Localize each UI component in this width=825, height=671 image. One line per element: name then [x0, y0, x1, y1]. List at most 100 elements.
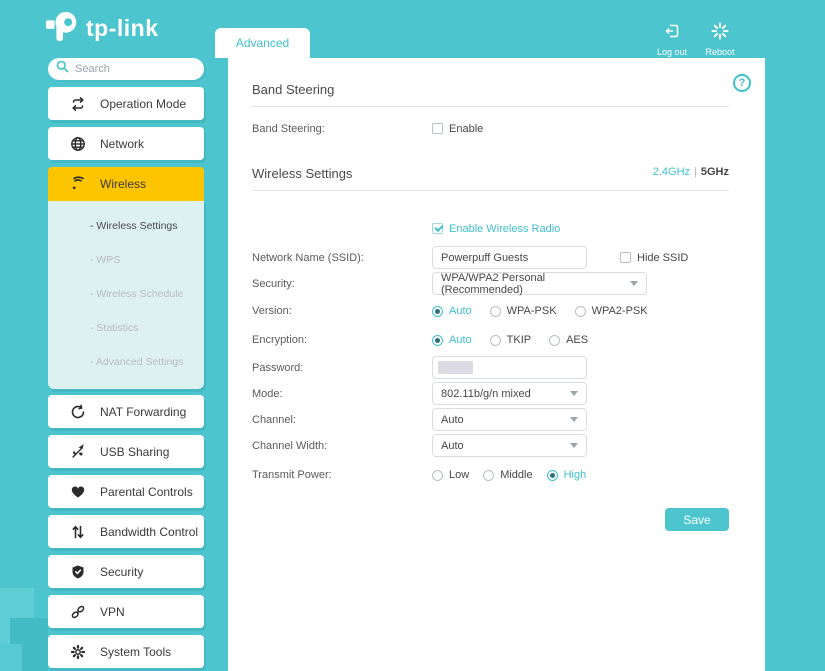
tplink-logo-icon — [46, 10, 80, 47]
hide-ssid-label[interactable]: Hide SSID — [637, 252, 688, 264]
version-radio-group: Auto WPA-PSK WPA2-PSK — [432, 305, 666, 317]
band-steering-label: Band Steering: — [252, 123, 432, 135]
heart-icon — [70, 484, 86, 500]
logout-button[interactable]: Log out — [650, 22, 694, 60]
band-steering-title: Band Steering — [252, 82, 729, 97]
channel-width-value: Auto — [441, 440, 464, 452]
decor-square — [0, 644, 22, 671]
chain-link-icon — [70, 604, 86, 620]
band-steering-enable-label[interactable]: Enable — [449, 123, 483, 135]
tplink-logo: tp-link — [46, 10, 159, 47]
chevron-down-icon — [570, 417, 578, 422]
submenu-item-wireless-schedule[interactable]: - Wireless Schedule — [48, 277, 204, 311]
usb-icon — [70, 444, 86, 460]
transmit-power-radio-high[interactable]: High — [547, 469, 587, 481]
reboot-button[interactable]: Reboot — [698, 22, 742, 60]
sidebar-item-nat-forwarding[interactable]: NAT Forwarding — [48, 395, 204, 428]
transmit-power-radio-middle[interactable]: Middle — [483, 469, 532, 481]
hide-ssid-checkbox[interactable] — [620, 252, 631, 263]
search-input[interactable] — [75, 63, 185, 75]
security-value: WPA/WPA2 Personal (Recommended) — [441, 272, 630, 296]
divider — [252, 106, 729, 107]
encryption-radio-group: Auto TKIP AES — [432, 334, 606, 346]
transmit-power-radio-low[interactable]: Low — [432, 469, 469, 481]
search-box[interactable] — [48, 58, 204, 80]
security-select[interactable]: WPA/WPA2 Personal (Recommended) — [432, 272, 647, 295]
band-switcher: 2.4GHz|5GHz — [653, 166, 729, 178]
up-down-arrows-icon — [70, 524, 86, 540]
sidebar-item-label: Network — [100, 137, 144, 151]
version-radio-wpa2-psk[interactable]: WPA2-PSK — [575, 305, 648, 317]
submenu-item-wireless-settings[interactable]: - Wireless Settings — [48, 209, 204, 243]
submenu-item-advanced-settings[interactable]: - Advanced Settings — [48, 345, 204, 379]
sidebar-item-vpn[interactable]: VPN — [48, 595, 204, 628]
sidebar-item-label: Bandwidth Control — [100, 525, 198, 539]
mode-label: Mode: — [252, 388, 432, 400]
version-radio-auto[interactable]: Auto — [432, 305, 472, 317]
channel-select[interactable]: Auto — [432, 408, 587, 431]
submenu-item-wps[interactable]: - WPS — [48, 243, 204, 277]
encryption-radio-aes[interactable]: AES — [549, 334, 588, 346]
logout-label: Log out — [657, 47, 687, 57]
gear-icon — [70, 644, 86, 660]
band-tab-2-4ghz[interactable]: 2.4GHz — [653, 166, 690, 178]
sidebar-item-network[interactable]: Network — [48, 127, 204, 160]
divider — [252, 190, 729, 191]
mode-select[interactable]: 802.11b/g/n mixed — [432, 382, 587, 405]
band-steering-enable-checkbox[interactable] — [432, 123, 443, 134]
wifi-icon — [70, 176, 86, 192]
sidebar-item-label: Wireless — [100, 177, 146, 191]
sidebar-item-security[interactable]: Security — [48, 555, 204, 588]
chevron-down-icon — [570, 443, 578, 448]
chevron-down-icon — [570, 391, 578, 396]
search-icon — [56, 60, 69, 78]
reboot-label: Reboot — [705, 47, 734, 57]
sidebar-item-bandwidth-control[interactable]: Bandwidth Control — [48, 515, 204, 548]
ssid-input[interactable] — [432, 246, 587, 269]
encryption-radio-tkip[interactable]: TKIP — [490, 334, 531, 346]
sidebar-item-operation-mode[interactable]: Operation Mode — [48, 87, 204, 120]
sidebar-item-label: System Tools — [100, 645, 171, 659]
wireless-submenu: - Wireless Settings - WPS - Wireless Sch… — [48, 201, 204, 389]
sidebar-item-label: NAT Forwarding — [100, 405, 186, 419]
logout-icon — [663, 22, 681, 40]
help-icon[interactable]: ? — [733, 74, 751, 92]
band-tab-5ghz[interactable]: 5GHz — [701, 166, 729, 178]
version-radio-wpa-psk[interactable]: WPA-PSK — [490, 305, 557, 317]
encryption-label: Encryption: — [252, 334, 432, 346]
chevron-down-icon — [630, 281, 638, 286]
channel-label: Channel: — [252, 414, 432, 426]
enable-wireless-radio-label[interactable]: Enable Wireless Radio — [449, 223, 560, 235]
transmit-power-radio-group: Low Middle High — [432, 469, 604, 481]
transmit-power-label: Transmit Power: — [252, 469, 432, 481]
sidebar-item-label: Parental Controls — [100, 485, 193, 499]
version-label: Version: — [252, 305, 432, 317]
sidebar-item-usb-sharing[interactable]: USB Sharing — [48, 435, 204, 468]
operation-mode-icon — [70, 96, 86, 112]
ssid-label: Network Name (SSID): — [252, 252, 432, 264]
brand-name: tp-link — [86, 15, 159, 42]
sidebar-item-system-tools[interactable]: System Tools — [48, 635, 204, 668]
sidebar-item-label: USB Sharing — [100, 445, 169, 459]
sidebar-item-parental-controls[interactable]: Parental Controls — [48, 475, 204, 508]
submenu-item-statistics[interactable]: - Statistics — [48, 311, 204, 345]
sidebar: Operation Mode Network Wireless - Wirele… — [48, 58, 204, 668]
main-panel: ? Band Steering Band Steering: Enable 2.… — [228, 58, 765, 671]
tab-advanced[interactable]: Advanced — [215, 28, 310, 58]
sidebar-item-label: Operation Mode — [100, 97, 186, 111]
globe-icon — [70, 136, 86, 152]
channel-width-select[interactable]: Auto — [432, 434, 587, 457]
channel-value: Auto — [441, 414, 464, 426]
encryption-radio-auto[interactable]: Auto — [432, 334, 472, 346]
reboot-spinner-icon — [711, 22, 729, 40]
enable-wireless-radio-checkbox[interactable] — [432, 223, 443, 234]
shield-icon — [70, 564, 86, 580]
nat-refresh-icon — [70, 404, 86, 420]
sidebar-item-label: VPN — [100, 605, 125, 619]
security-label: Security: — [252, 278, 432, 290]
password-masked-value — [438, 361, 473, 374]
save-button[interactable]: Save — [665, 508, 729, 531]
sidebar-item-wireless[interactable]: Wireless — [48, 167, 204, 201]
channel-width-label: Channel Width: — [252, 440, 432, 452]
sidebar-item-label: Security — [100, 565, 143, 579]
